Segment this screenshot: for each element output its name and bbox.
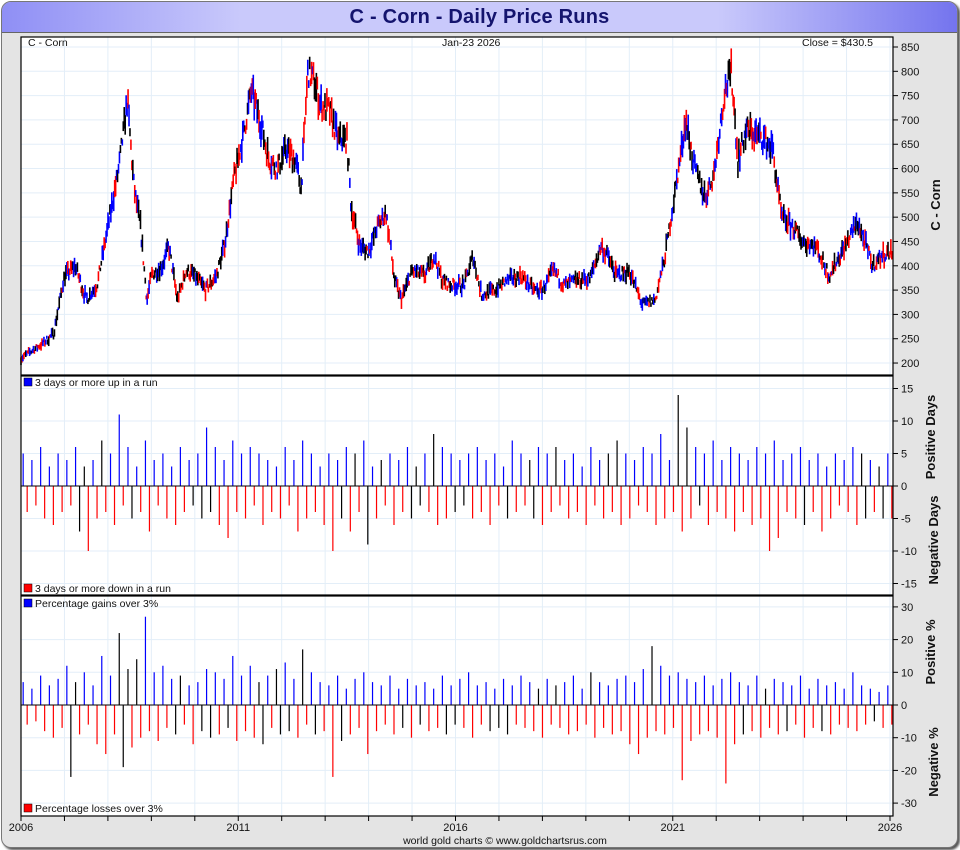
legend-swatch-down-runs [23,583,33,593]
pct-tick-label: -10 [901,733,917,745]
header-symbol: C - Corn [28,37,68,49]
positive-pct-label: Positive % [923,619,938,684]
price-tick-label: 650 [901,139,919,151]
pct-tick-label: -30 [901,798,917,810]
legend-down-pct: Percentage losses over 3% [35,803,163,815]
pct-tick-label: 0 [901,700,907,712]
runs-tick-label: -5 [901,514,911,526]
price-tick-label: 750 [901,91,919,103]
price-tick-label: 200 [901,358,919,370]
runs-tick-label: 10 [901,416,913,428]
pct-tick-label: 30 [901,602,913,614]
price-tick-label: 450 [901,236,919,248]
legend-swatch-up-runs [23,377,33,387]
header-close: Close = $430.5 [802,37,873,49]
runs-tick-label: 5 [901,449,907,461]
pct-tick-label: 20 [901,635,913,647]
price-tick-label: 800 [901,66,919,78]
price-tick-label: 550 [901,188,919,200]
price-tick-label: 850 [901,42,919,54]
x-tick-label: 2006 [9,822,33,834]
legend-up-pct: Percentage gains over 3% [35,598,158,610]
legend-up-runs: 3 days or more up in a run [35,377,158,389]
price-tick-label: 600 [901,164,919,176]
negative-days-label: Negative Days [926,496,941,585]
x-tick-label: 2016 [443,822,467,834]
x-tick-label: 2011 [226,822,250,834]
price-tick-label: 700 [901,115,919,127]
chart-svg: 2002503003504004505005506006507007508008… [9,36,943,847]
legend-swatch-down-pct [23,803,33,813]
price-tick-label: 300 [901,309,919,321]
legend-down-runs: 3 days or more down in a run [35,583,171,595]
price-tick-label: 250 [901,334,919,346]
footer-credit: world gold charts © www.goldchartsrus.co… [402,835,607,847]
price-axis-label: C - Corn [928,179,943,230]
price-tick-label: 400 [901,261,919,273]
runs-tick-label: -10 [901,546,917,558]
negative-pct-label: Negative % [926,727,941,797]
header-date: Jan-23 2026 [442,37,501,49]
runs-tick-label: 0 [901,481,907,493]
legend-swatch-up-pct [23,598,33,608]
price-tick-label: 500 [901,212,919,224]
runs-tick-label: -15 [901,579,917,591]
pct-tick-label: -20 [901,765,917,777]
price-tick-label: 350 [901,285,919,297]
positive-days-label: Positive Days [923,395,938,480]
x-tick-label: 2021 [661,822,685,834]
runs-tick-label: 15 [901,384,913,396]
x-tick-label: 2026 [878,822,902,834]
pct-tick-label: 10 [901,667,913,679]
